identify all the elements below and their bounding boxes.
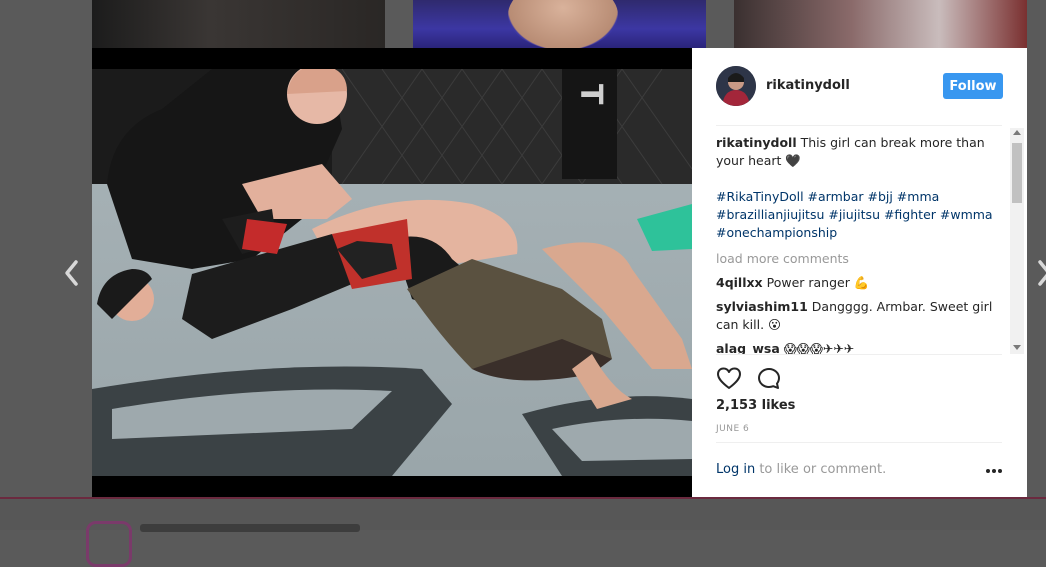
- post-image[interactable]: T: [92, 48, 692, 497]
- login-prompt: Log in to like or comment.: [716, 462, 886, 477]
- comment-item: sylviashim11 Dangggg. Armbar. Sweet girl…: [716, 298, 1002, 334]
- load-more-comments-link[interactable]: load more comments: [716, 250, 1002, 268]
- login-suffix: to like or comment.: [755, 462, 887, 477]
- comments-scrollbar[interactable]: [1010, 128, 1024, 354]
- hashtags[interactable]: #RikaTinyDoll #armbar #bjj #mma #brazill…: [716, 188, 1002, 242]
- comment-icon[interactable]: [756, 366, 782, 392]
- caption: rikatinydoll This girl can break more th…: [716, 134, 1002, 170]
- post-date[interactable]: JUNE 6: [716, 424, 749, 434]
- header-divider: [716, 125, 1002, 126]
- background-bottom-strip: [0, 497, 1046, 567]
- post-detail-panel: rikatinydoll Follow rikatinydoll This gi…: [692, 48, 1027, 497]
- scroll-up-icon[interactable]: [1013, 130, 1021, 135]
- scrollbar-thumb[interactable]: [1012, 143, 1022, 203]
- follow-button[interactable]: Follow: [943, 73, 1003, 99]
- scroll-down-icon[interactable]: [1013, 345, 1021, 350]
- comment-text: Power ranger 💪: [766, 275, 870, 290]
- comment-username[interactable]: sylviashim11: [716, 299, 808, 314]
- username[interactable]: rikatinydoll: [766, 78, 850, 93]
- footer-divider: [716, 442, 1002, 443]
- heart-icon[interactable]: [716, 366, 742, 392]
- background-thumbnail-3: [734, 0, 1027, 48]
- background-thumbnail-2: [413, 0, 706, 48]
- comment-username[interactable]: 4qillxx: [716, 275, 763, 290]
- more-options-icon[interactable]: [986, 468, 1002, 474]
- comment-text: 😱😱😱✈✈✈: [783, 341, 855, 354]
- comment-item: 4qillxx Power ranger 💪: [716, 274, 1002, 292]
- comment-username[interactable]: alag_wsa: [716, 341, 780, 354]
- comment-item: alag_wsa 😱😱😱✈✈✈: [716, 340, 1002, 354]
- comments-divider: [716, 354, 1002, 355]
- background-thumbnail-1: [92, 0, 385, 48]
- chevron-left-icon[interactable]: [62, 258, 82, 288]
- comments-list: rikatinydoll This girl can break more th…: [716, 134, 1002, 354]
- svg-text:T: T: [573, 84, 608, 105]
- likes-count[interactable]: 2,153 likes: [716, 398, 795, 413]
- post-header: rikatinydoll Follow: [692, 48, 1027, 125]
- avatar[interactable]: [716, 66, 756, 106]
- chevron-right-icon[interactable]: [1034, 258, 1046, 288]
- caption-username[interactable]: rikatinydoll: [716, 135, 797, 150]
- login-link[interactable]: Log in: [716, 462, 755, 477]
